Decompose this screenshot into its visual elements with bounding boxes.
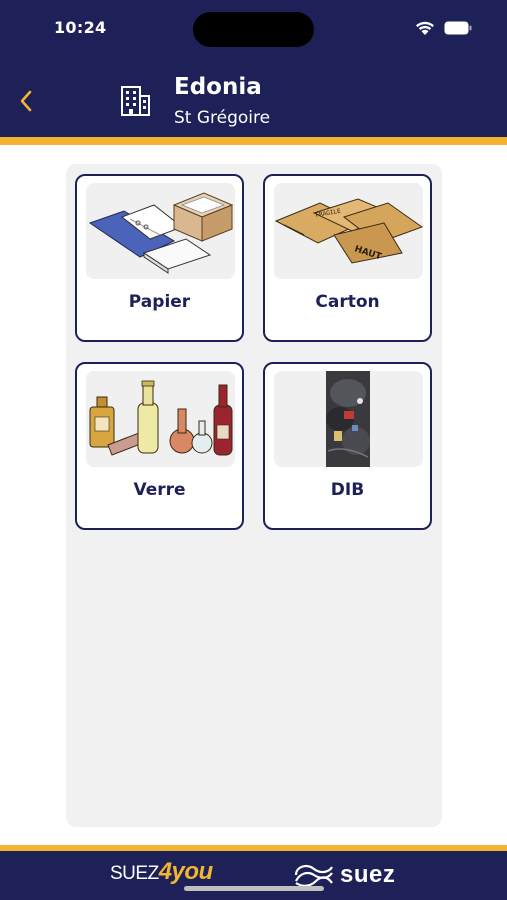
header-accent-stripe bbox=[0, 137, 507, 145]
waste-card-verre[interactable]: Verre bbox=[75, 362, 244, 530]
waste-card-label: Papier bbox=[128, 292, 191, 312]
glass-bottles-image bbox=[86, 371, 235, 467]
home-indicator[interactable] bbox=[184, 886, 324, 891]
app-footer bbox=[0, 851, 507, 900]
back-button[interactable] bbox=[14, 86, 40, 116]
waste-card-papier[interactable]: Papier bbox=[75, 174, 244, 342]
cardboard-boxes-image: FRAGILE HAUT bbox=[274, 183, 423, 279]
wifi-icon bbox=[416, 21, 434, 35]
waste-card-dib[interactable]: DIB bbox=[263, 362, 432, 530]
garbage-bag-image bbox=[274, 371, 423, 467]
battery-icon bbox=[444, 21, 472, 35]
dynamic-island bbox=[193, 12, 314, 47]
paper-binders-image bbox=[86, 183, 235, 279]
site-title: Edonia bbox=[174, 74, 262, 100]
waste-card-label: DIB bbox=[330, 480, 365, 500]
chevron-left-icon bbox=[20, 90, 32, 112]
waste-card-label: Carton bbox=[315, 292, 380, 312]
status-time: 10:24 bbox=[54, 18, 107, 37]
waste-card-carton[interactable]: FRAGILE HAUT Carton bbox=[263, 174, 432, 342]
site-subtitle: St Grégoire bbox=[174, 108, 271, 128]
suez-swirl-icon bbox=[294, 865, 333, 887]
building-icon bbox=[121, 86, 150, 116]
waste-card-label: Verre bbox=[133, 480, 186, 500]
